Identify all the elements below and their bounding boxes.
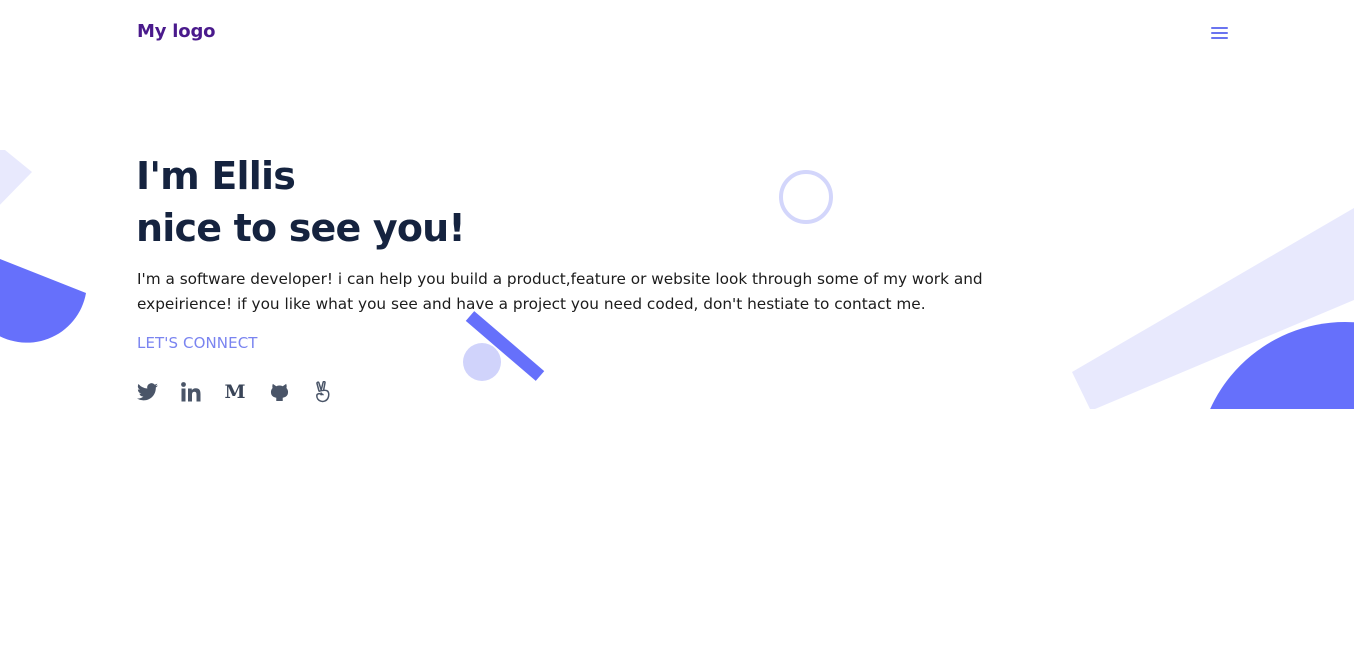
page: My logo I'm Ellis nice to see you! I'm a… <box>0 0 1354 654</box>
lets-connect-link[interactable]: LET'S CONNECT <box>137 334 258 352</box>
decor-ring <box>779 170 833 224</box>
menu-line <box>1211 32 1228 34</box>
angellist-icon[interactable] <box>312 379 334 405</box>
decor-left-light-shape <box>0 150 32 205</box>
hero-intro: I'm a software developer! i can help you… <box>137 270 983 313</box>
logo[interactable]: My logo <box>137 21 216 42</box>
github-icon[interactable] <box>268 379 290 405</box>
linkedin-icon[interactable] <box>180 379 202 405</box>
hamburger-menu-icon[interactable] <box>1209 25 1231 41</box>
decor-left-half-circle <box>0 258 86 343</box>
twitter-icon[interactable] <box>136 379 158 405</box>
decor-blue-bar <box>465 311 545 381</box>
hero-title: I'm Ellis nice to see you! <box>136 150 466 254</box>
decor-right-circle <box>1210 322 1354 409</box>
decor-right-light-band <box>1072 208 1354 409</box>
menu-line <box>1211 27 1228 29</box>
decor-small-circle <box>463 343 501 381</box>
hero-title-line-2: nice to see you! <box>136 206 466 250</box>
medium-icon[interactable]: M <box>224 379 246 405</box>
social-links: M <box>136 379 356 405</box>
menu-line <box>1211 37 1228 39</box>
hero-title-line-1: I'm Ellis <box>136 154 296 198</box>
